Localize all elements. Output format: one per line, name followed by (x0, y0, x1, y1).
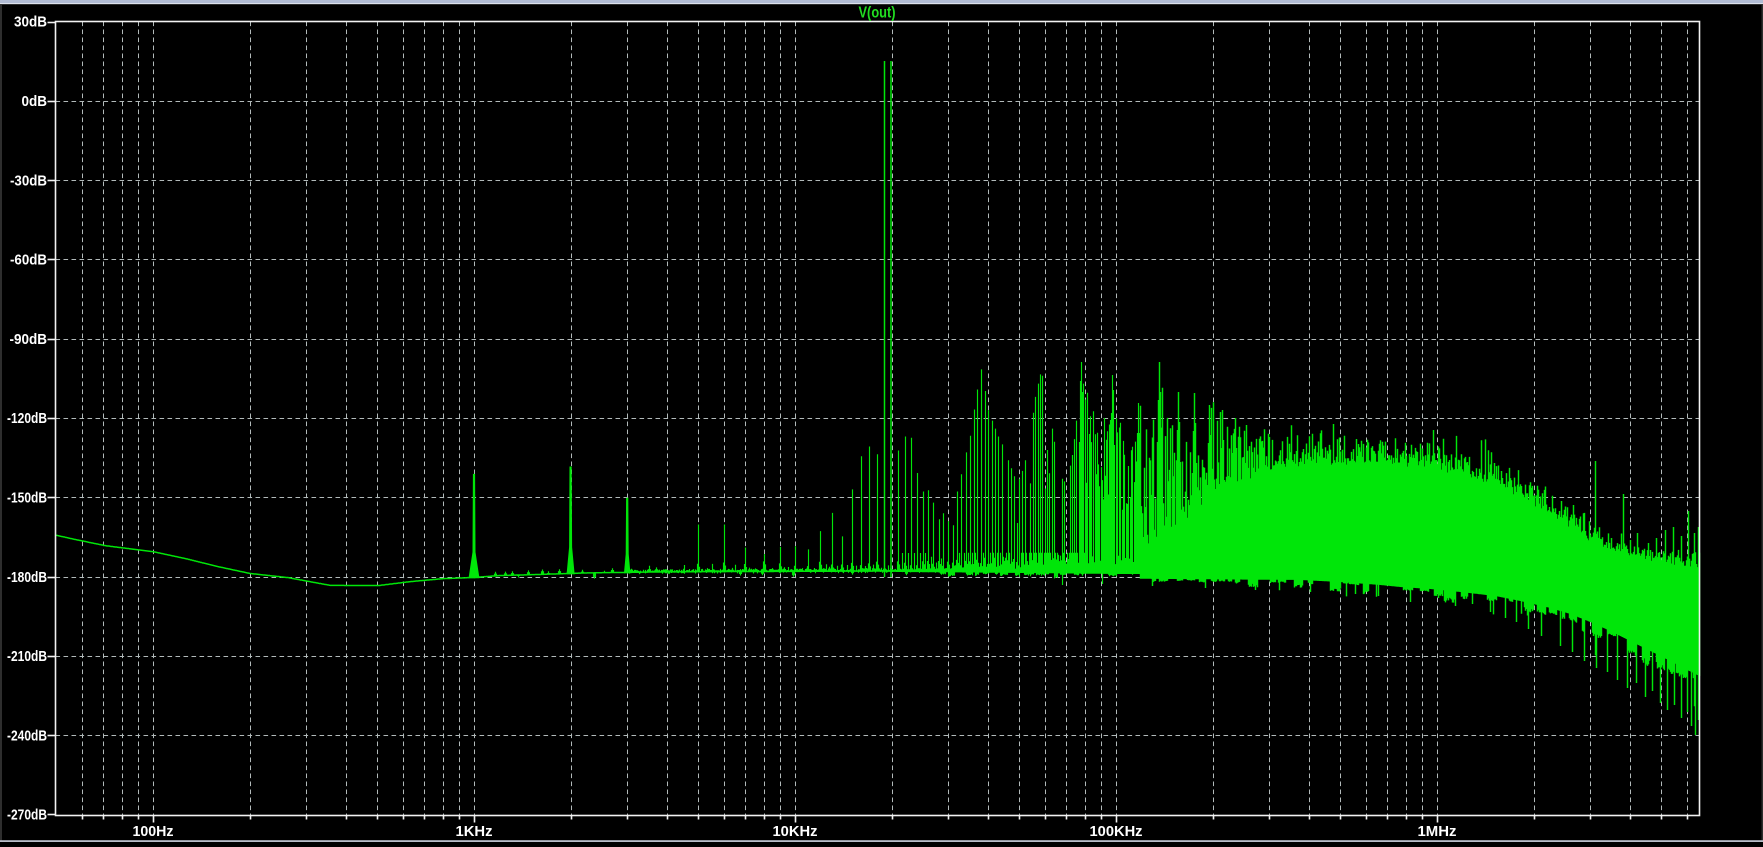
svg-text:-210dB: -210dB (7, 649, 47, 665)
svg-text:-90dB: -90dB (10, 332, 48, 348)
svg-text:-150dB: -150dB (7, 491, 47, 507)
svg-text:-120dB: -120dB (7, 411, 47, 427)
svg-text:0dB: 0dB (22, 94, 48, 110)
svg-text:100KHz: 100KHz (1090, 824, 1143, 840)
svg-text:1KHz: 1KHz (456, 824, 493, 840)
svg-text:-240dB: -240dB (7, 728, 47, 744)
svg-text:30dB: 30dB (14, 15, 47, 31)
svg-text:-180dB: -180dB (7, 570, 47, 586)
svg-text:10KHz: 10KHz (773, 824, 818, 840)
svg-text:-60dB: -60dB (10, 253, 47, 269)
svg-text:100Hz: 100Hz (133, 824, 174, 840)
svg-text:V(out): V(out) (859, 5, 896, 22)
svg-text:-270dB: -270dB (7, 808, 47, 824)
svg-text:1MHz: 1MHz (1418, 824, 1457, 840)
svg-text:-30dB: -30dB (10, 173, 47, 189)
